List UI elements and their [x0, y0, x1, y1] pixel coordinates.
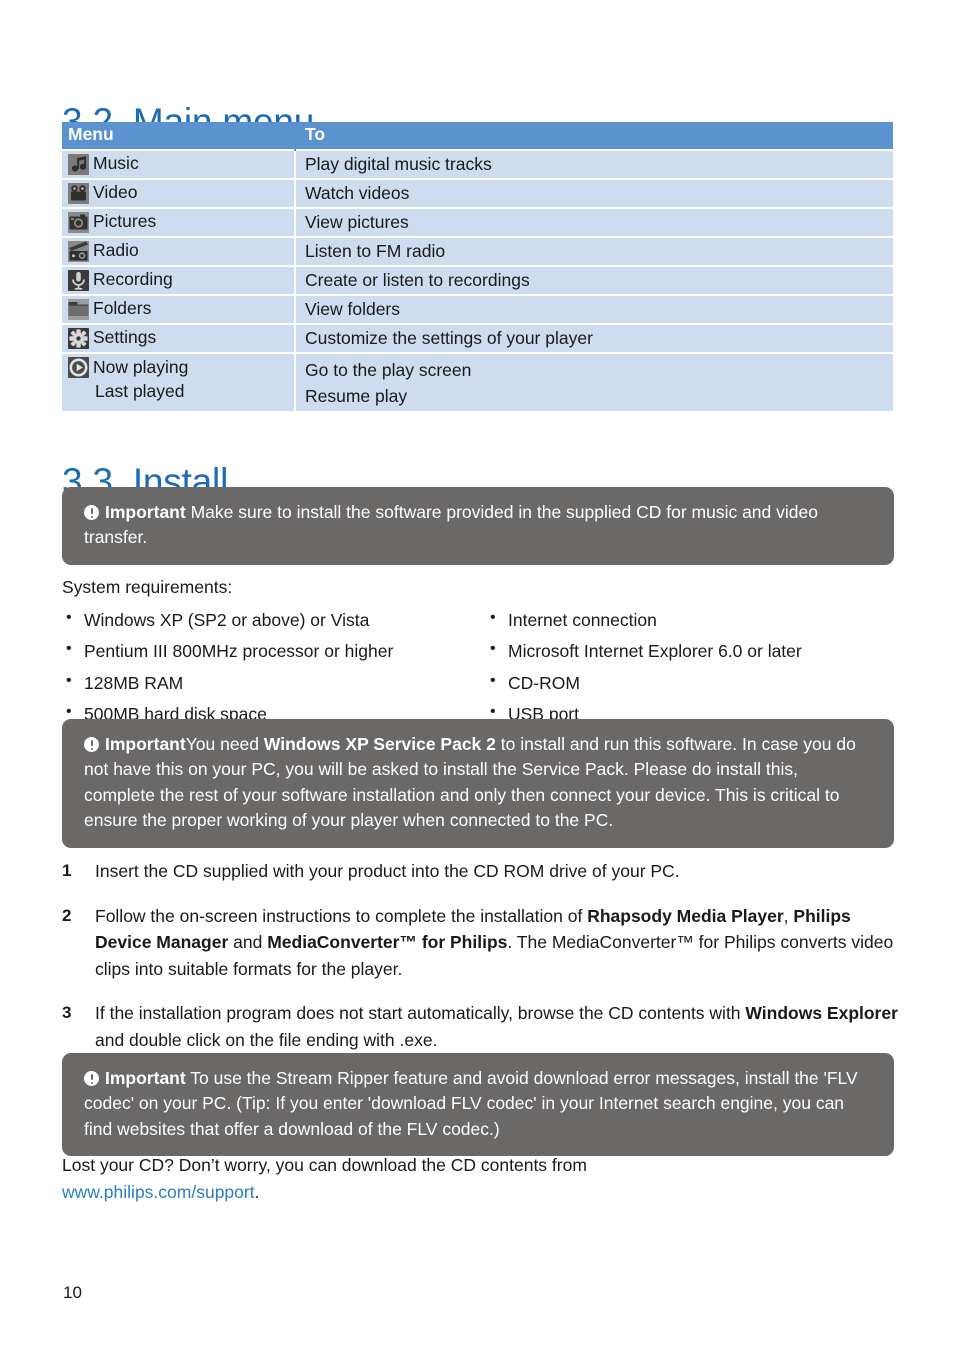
- menu-label: Folders: [93, 298, 152, 319]
- menu-cell-pictures: Pictures: [62, 207, 296, 237]
- menu-cell-recording: Recording: [62, 265, 296, 295]
- philips-support-link[interactable]: www.philips.com/support: [62, 1182, 255, 1202]
- important-note-2: ImportantYou need Windows XP Service Pac…: [62, 719, 894, 848]
- important-label: Important: [105, 502, 186, 522]
- video-camera-icon: [68, 182, 89, 204]
- table-row: Music Play digital music tracks: [62, 149, 893, 179]
- important-icon: [84, 505, 99, 520]
- step-text: If the installation program does not sta…: [95, 1003, 898, 1050]
- menu-description: Watch videos: [295, 178, 893, 208]
- menu-cell-radio: Radio: [62, 236, 296, 266]
- column-header-menu: Menu: [62, 122, 296, 150]
- note2-lead: You need: [185, 734, 264, 754]
- menu-label: Recording: [93, 269, 173, 290]
- page-number: 10: [63, 1283, 82, 1302]
- list-item: Windows XP (SP2 or above) or Vista: [62, 606, 393, 633]
- play-circle-icon: [68, 357, 89, 378]
- step-number: 1: [62, 861, 72, 880]
- menu-description: Create or listen to recordings: [295, 265, 893, 295]
- step-text: Insert the CD supplied with your product…: [95, 861, 680, 881]
- table-body: Music Play digital music tracks Video Wa…: [62, 149, 893, 411]
- menu-label: Settings: [93, 327, 157, 348]
- important-note-1: Important Make sure to install the softw…: [62, 487, 894, 565]
- list-item: 128MB RAM: [62, 668, 393, 696]
- column-header-to: To: [295, 122, 893, 150]
- important-note-3: Important To use the Stream Ripper featu…: [62, 1053, 894, 1157]
- menu-description: Customize the settings of your player: [295, 323, 893, 353]
- folder-icon: [68, 298, 89, 320]
- menu-cell-music: Music: [62, 149, 296, 179]
- note2-bold: Windows XP Service Pack 2: [263, 734, 496, 754]
- table-row: Settings Customize the settings of your …: [62, 323, 893, 353]
- microphone-icon: [68, 269, 89, 291]
- menu-description: View folders: [295, 294, 893, 324]
- table-row: Folders View folders: [62, 294, 893, 324]
- step-1: 1 Insert the CD supplied with your produ…: [62, 858, 900, 885]
- table-row: Video Watch videos: [62, 178, 893, 208]
- menu-cell-folders: Folders: [62, 294, 296, 324]
- install-steps: 1 Insert the CD supplied with your produ…: [62, 858, 900, 1072]
- menu-label: Music: [93, 153, 139, 174]
- camera-icon: [68, 211, 89, 233]
- important-icon: [84, 737, 99, 752]
- menu-description: View pictures: [295, 207, 893, 237]
- music-note-icon: [68, 153, 89, 175]
- requirements-list-right: Internet connection Microsoft Internet E…: [486, 606, 802, 732]
- system-requirements-heading: System requirements:: [62, 577, 233, 597]
- menu-label: Video: [93, 182, 138, 203]
- table-header-row: Menu To: [62, 122, 893, 150]
- menu-cell-video: Video: [62, 178, 296, 208]
- step-number: 2: [62, 905, 72, 925]
- table-row: Pictures View pictures: [62, 207, 893, 237]
- list-item: CD-ROM: [486, 668, 802, 696]
- menu-label: Pictures: [93, 211, 157, 232]
- lost-cd-paragraph: Lost your CD? Don’t worry, you can downl…: [62, 1152, 892, 1205]
- document-page: 3.2Main menu Menu To Music Play: [0, 0, 954, 1350]
- table-row: Recording Create or listen to recordings: [62, 265, 893, 295]
- main-menu-table: Menu To Music Play digital music tracks: [62, 122, 893, 411]
- important-icon: [84, 1071, 99, 1086]
- important-label: Important: [105, 1068, 186, 1088]
- list-item: Pentium III 800MHz processor or higher: [62, 637, 393, 664]
- list-item: Internet connection: [486, 606, 802, 633]
- menu-label: Now playing: [93, 356, 189, 377]
- menu-description: Go to the play screen Resume play: [295, 352, 893, 411]
- menu-label: Radio: [93, 240, 139, 261]
- step-2: 2 Follow the on-screen instructions to c…: [62, 903, 900, 983]
- menu-sub-label: Last played: [95, 381, 185, 401]
- table-row: Now playing Last played Go to the play s…: [62, 352, 893, 411]
- menu-cell-settings: Settings: [62, 323, 296, 353]
- menu-description: Play digital music tracks: [295, 149, 893, 179]
- link-suffix: .: [254, 1181, 260, 1202]
- menu-description: Listen to FM radio: [295, 236, 893, 266]
- radio-icon: [68, 240, 89, 262]
- menu-cell-now-playing: Now playing Last played: [62, 352, 296, 411]
- menu-description-line: Go to the play screen: [305, 360, 472, 380]
- important-label: Important: [105, 734, 186, 754]
- list-item: Microsoft Internet Explorer 6.0 or later: [486, 637, 802, 664]
- step-text: Follow the on-screen instructions to com…: [95, 905, 894, 979]
- table-row: Radio Listen to FM radio: [62, 236, 893, 266]
- step-3: 3 If the installation program does not s…: [62, 1000, 900, 1053]
- gear-icon: [68, 327, 89, 349]
- important-note-1-text: Make sure to install the software provid…: [84, 502, 818, 548]
- important-note-3-text: To use the Stream Ripper feature and avo…: [84, 1068, 858, 1139]
- step-number: 3: [62, 1003, 72, 1023]
- menu-description-sub: Resume play: [305, 386, 408, 407]
- lost-cd-text: Lost your CD? Don’t worry, you can downl…: [62, 1155, 587, 1175]
- requirements-list-left: Windows XP (SP2 or above) or Vista Penti…: [62, 606, 393, 732]
